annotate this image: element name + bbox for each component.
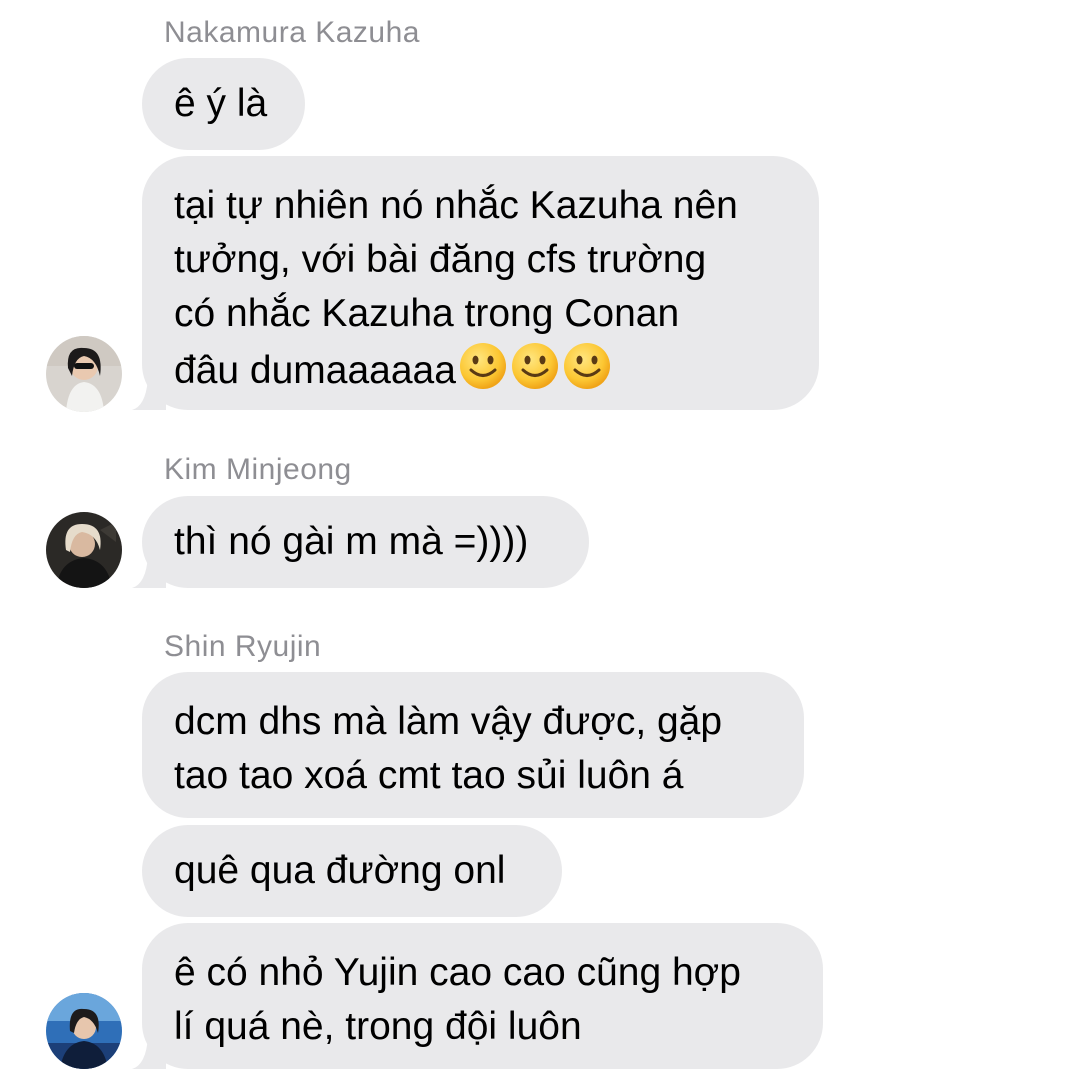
message-bubble[interactable]: tại tự nhiên nó nhắc Kazuha nên tưởng, v…: [142, 156, 819, 410]
bubble-tail: [132, 1037, 166, 1069]
message-thread: Nakamura Kazuha ê ý là tại tự nhiên nó n…: [0, 0, 1080, 1089]
message-text: có nhắc Kazuha trong Conan: [174, 292, 680, 335]
minjeong-avatar-icon: [46, 512, 122, 588]
sender-name: Nakamura Kazuha: [164, 16, 420, 49]
message-line-with-emoji: đâu dumaaaaaa: [174, 341, 787, 406]
message-text: dcm dhs mà làm vậy được, gặp: [174, 700, 723, 743]
message-text: tao tao xoá cmt tao sủi luôn á: [174, 754, 684, 797]
message-text: quê qua đường onl: [174, 849, 506, 892]
kazuha-avatar-icon: [46, 336, 122, 412]
slightly-smiling-face-icon: [458, 341, 508, 406]
slightly-smiling-face-icon: [510, 341, 560, 406]
message-text: lí quá nè, trong đội luôn: [174, 1005, 582, 1048]
message-bubble[interactable]: ê có nhỏ Yujin cao cao cũng hợp lí quá n…: [142, 923, 823, 1069]
sender-name: Kim Minjeong: [164, 453, 352, 486]
message-bubble[interactable]: thì nó gài m mà =)))): [142, 496, 589, 588]
bubble-tail: [132, 556, 166, 588]
bubble-tail: [132, 378, 166, 410]
message-text: đâu dumaaaaaa: [174, 349, 456, 392]
sender-name: Shin Ryujin: [164, 630, 322, 663]
message-text: tại tự nhiên nó nhắc Kazuha nên: [174, 184, 738, 227]
message-bubble[interactable]: dcm dhs mà làm vậy được, gặp tao tao xoá…: [142, 672, 804, 818]
message-bubble[interactable]: quê qua đường onl: [142, 825, 562, 917]
ryujin-avatar-icon: [46, 993, 122, 1069]
message-text: ê ý là: [174, 82, 268, 125]
slightly-smiling-face-icon: [562, 341, 612, 406]
message-text: thì nó gài m mà =)))): [174, 520, 529, 563]
message-text: ê có nhỏ Yujin cao cao cũng hợp: [174, 951, 741, 994]
avatar[interactable]: [46, 512, 122, 588]
avatar[interactable]: [46, 336, 122, 412]
message-text: tưởng, với bài đăng cfs trường: [174, 238, 707, 281]
avatar[interactable]: [46, 993, 122, 1069]
message-bubble[interactable]: ê ý là: [142, 58, 305, 150]
